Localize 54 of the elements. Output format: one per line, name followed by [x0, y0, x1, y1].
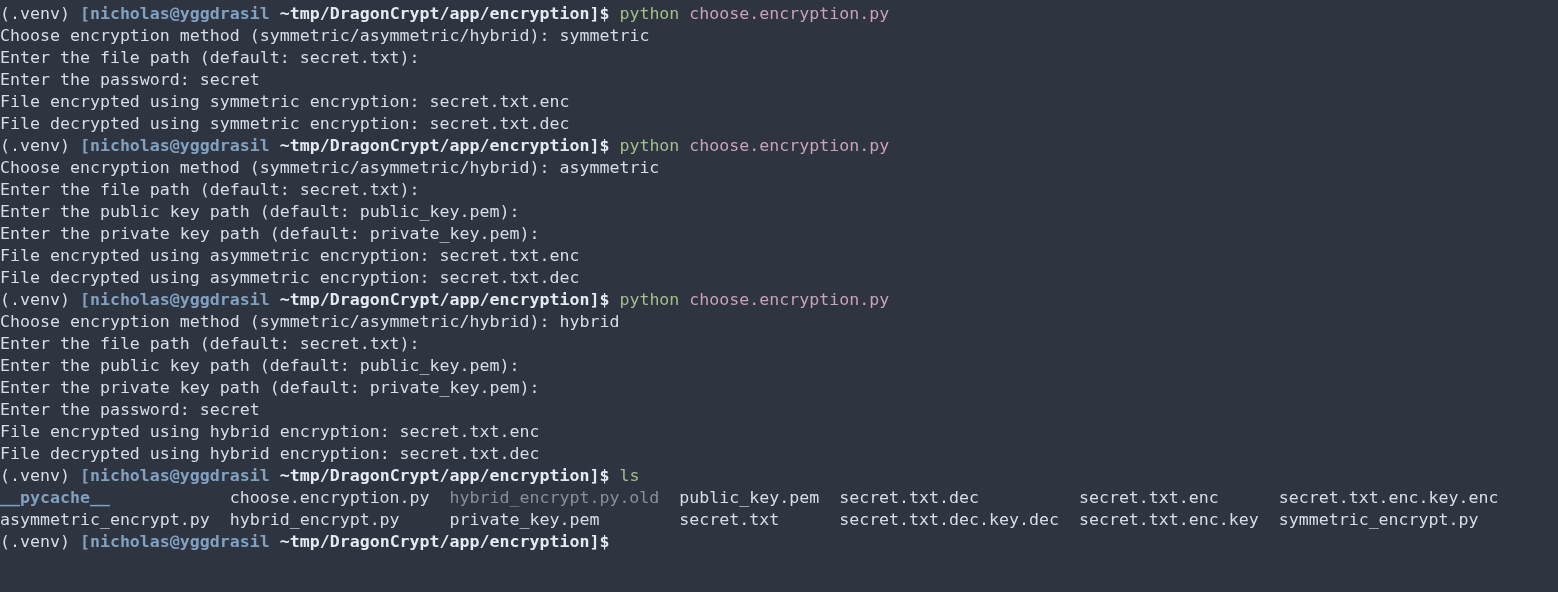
output-line: Enter the password: secret	[0, 399, 260, 421]
output-line: File decrypted using symmetric encryption: secret.txt.dec	[0, 113, 570, 135]
prompt-user-host: [nicholas@yggdrasil	[79, 531, 270, 553]
venv-label: (.venv)	[0, 531, 70, 553]
command-text: ls	[619, 465, 640, 487]
prompt-user-host: [nicholas@yggdrasil	[79, 465, 270, 487]
file-name: asymmetric_encrypt.py	[0, 509, 211, 531]
prompt-path: ~tmp/DragonCrypt/app/encryption]$	[279, 3, 610, 25]
output-line: Enter the file path (default: secret.txt):	[0, 333, 420, 355]
output-line: File encrypted using hybrid encryption: secret.txt.enc	[0, 421, 540, 443]
output-line: Enter the file path (default: secret.txt):	[0, 47, 420, 69]
command-argument: choose.encryption.py	[689, 289, 890, 311]
file-name: secret.txt.dec	[839, 487, 981, 509]
command-argument: choose.encryption.py	[689, 135, 890, 157]
prompt-path: ~tmp/DragonCrypt/app/encryption]$	[279, 135, 610, 157]
command-text: python	[619, 3, 680, 25]
venv-label: (.venv)	[0, 3, 70, 25]
file-name: secret.txt.enc.key.enc	[1278, 487, 1499, 509]
prompt-user-host: [nicholas@yggdrasil	[79, 3, 270, 25]
prompt-path: ~tmp/DragonCrypt/app/encryption]$	[279, 465, 610, 487]
file-name: symmetric_encrypt.py	[1278, 509, 1480, 531]
output-line: File encrypted using symmetric encryption: secret.txt.enc	[0, 91, 570, 113]
venv-label: (.venv)	[0, 135, 70, 157]
output-line: File decrypted using asymmetric encryption: secret.txt.dec	[0, 267, 580, 289]
prompt-user-host: [nicholas@yggdrasil	[79, 135, 270, 157]
prompt-path: ~tmp/DragonCrypt/app/encryption]$	[279, 289, 610, 311]
output-line: File decrypted using hybrid encryption: secret.txt.dec	[0, 443, 540, 465]
file-name: hybrid_encrypt.py.old	[449, 487, 661, 509]
file-name: secret.txt.enc	[1078, 487, 1220, 509]
venv-label: (.venv)	[0, 289, 70, 311]
prompt-user-host: [nicholas@yggdrasil	[79, 289, 270, 311]
output-line: Choose encryption method (symmetric/asymmetric/hybrid): symmetric	[0, 25, 650, 47]
file-name: secret.txt.dec.key.dec	[839, 509, 1060, 531]
output-line: Enter the public key path (default: public_key.pem):	[0, 201, 520, 223]
file-name: secret.txt.enc.key	[1078, 509, 1260, 531]
output-line: Choose encryption method (symmetric/asymmetric/hybrid): asymmetric	[0, 157, 660, 179]
output-line: Enter the private key path (default: private_key.pem):	[0, 223, 540, 245]
output-line: File encrypted using asymmetric encryption: secret.txt.enc	[0, 245, 580, 267]
command-argument: choose.encryption.py	[689, 3, 890, 25]
file-name: hybrid_encrypt.py	[229, 509, 401, 531]
file-name: secret.txt	[679, 509, 781, 531]
venv-label: (.venv)	[0, 465, 70, 487]
output-line: Enter the password: secret	[0, 69, 260, 91]
command-text: python	[619, 135, 680, 157]
output-line: Choose encryption method (symmetric/asymmetric/hybrid): hybrid	[0, 311, 620, 333]
directory-name: __pycache__	[0, 487, 111, 509]
file-name: private_key.pem	[449, 509, 601, 531]
file-name: choose.encryption.py	[229, 487, 431, 509]
output-line: Enter the public key path (default: public_key.pem):	[0, 355, 520, 377]
output-line: Enter the private key path (default: private_key.pem):	[0, 377, 540, 399]
file-name: public_key.pem	[679, 487, 821, 509]
command-text: python	[619, 289, 680, 311]
prompt-path: ~tmp/DragonCrypt/app/encryption]$	[279, 531, 610, 553]
output-line: Enter the file path (default: secret.txt):	[0, 179, 420, 201]
